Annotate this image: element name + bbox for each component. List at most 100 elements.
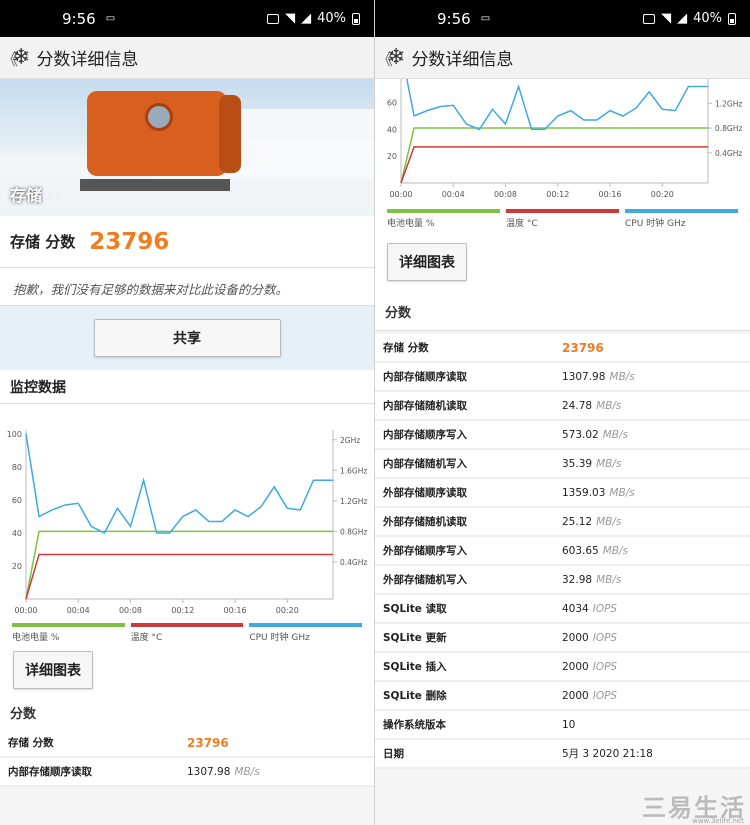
hero-label: 存储 (10, 186, 43, 205)
share-button[interactable]: 共享 (93, 319, 281, 357)
score-table-row: 内部存储顺序读取 1307.98 MB/s (0, 758, 374, 787)
y-tick-label: 100 (7, 430, 22, 439)
score-table-row: 外部存储顺序写入 603.65 MB/s (375, 537, 750, 566)
y-tick-label: 20 (387, 152, 397, 161)
scores-title: 分数 (0, 695, 374, 729)
note-text: 抱歉，我们没有足够的数据来对比此设备的分数。 (0, 268, 374, 306)
detail-chart-button[interactable]: 详细图表 (13, 651, 93, 689)
legend-label: 温度 °C (506, 219, 538, 229)
x-tick-label: 00:04 (442, 190, 465, 199)
row-value: 23796 (562, 340, 604, 355)
monitor-chart: 20 40 60 0.4GHz 0.8GHz 1.2GHz 00:00 00:04 00:08 0… (375, 79, 750, 207)
app-bar: 《 ❄ 分数详细信息 (0, 37, 374, 79)
x-tick-label: 00:20 (651, 190, 674, 199)
row-value: 24.78 (562, 399, 593, 412)
score-table-row: SQLite 读取 4034 IOPS (375, 595, 750, 624)
x-tick-label: 00:08 (119, 606, 142, 615)
row-unit: MB/s (596, 515, 622, 528)
scores-title: 分数 (375, 293, 750, 331)
y-right-tick-label: 2GHz (340, 436, 360, 445)
score-value: 23796 (89, 228, 170, 255)
status-time: 9:56 (62, 9, 96, 28)
wifi-icon: ◥ (285, 11, 296, 26)
back-icon[interactable]: 《 (2, 46, 18, 70)
score-table-row: 内部存储随机写入 35.39 MB/s (375, 450, 750, 479)
score-table-row: 外部存储顺序读取 1359.03 MB/s (375, 479, 750, 508)
row-value: 603.65 (562, 544, 599, 557)
score-table-row: 外部存储随机读取 25.12 MB/s (375, 508, 750, 537)
row-value: 1307.98 (187, 765, 231, 778)
x-tick-label: 00:20 (276, 606, 299, 615)
snowflake-icon: ❄ (387, 45, 406, 70)
score-table-row: 内部存储随机读取 24.78 MB/s (375, 392, 750, 421)
nfc-icon (267, 13, 280, 24)
series-line (400, 146, 708, 184)
x-tick-label: 00:08 (494, 190, 517, 199)
app-bar: 《 ❄ 分数详细信息 (375, 37, 750, 79)
y-right-tick-label: 0.8GHz (715, 124, 742, 133)
score-label: 存储 分数 (10, 233, 76, 251)
back-icon[interactable]: 《 (377, 46, 393, 70)
x-tick-label: 00:12 (171, 606, 194, 615)
score-table-row: 内部存储顺序读取 1307.98 MB/s (375, 363, 750, 392)
series-line (25, 530, 333, 600)
y-tick-label: 40 (387, 125, 397, 134)
row-value: 25.12 (562, 515, 593, 528)
monitor-title: 监控数据 (0, 370, 374, 404)
row-unit: MB/s (596, 457, 622, 470)
legend-label: CPU 时钟 GHz (625, 219, 686, 229)
notification-icon: ▭ (105, 13, 116, 24)
row-unit: MB/s (602, 544, 629, 557)
right-screen: 9:56 ▭ ◥ ◢ 40% 《 ❄ 分数详细信息 20 40 60 0.4GHz 0.… (375, 0, 750, 825)
y-right-tick-label: 0.8GHz (340, 527, 367, 536)
score-table-row: SQLite 删除 2000 IOPS (375, 682, 750, 711)
legend-label: CPU 时钟 GHz (249, 633, 310, 643)
y-tick-label: 60 (12, 496, 22, 505)
signal-icon: ◢ (301, 11, 312, 26)
legend-label: 电池电量 % (12, 633, 60, 643)
y-right-tick-label: 0.4GHz (340, 558, 367, 567)
row-unit: MB/s (596, 399, 622, 412)
y-tick-label: 40 (12, 529, 22, 538)
row-unit: MB/s (609, 370, 635, 383)
y-tick-label: 60 (387, 99, 397, 108)
battery-icon (728, 12, 736, 25)
x-tick-label: 00:00 (14, 606, 37, 615)
row-key: 外部存储顺序写入 (383, 545, 467, 557)
x-tick-label: 00:12 (546, 190, 569, 199)
row-value: 2000 (562, 660, 589, 673)
status-time: 9:56 (437, 9, 471, 28)
legend-item: 温度 °C (130, 623, 244, 643)
row-key: 内部存储顺序写入 (383, 429, 467, 441)
y-right-tick-label: 1.2GHz (340, 497, 367, 506)
monitor-chart: 20 40 60 80 100 0.4GHz 0.8GHz 1.2GHz 1.6GHz 2GHz 0… (0, 404, 374, 643)
row-key: SQLite 读取 (383, 603, 447, 615)
legend-item: CPU 时钟 GHz (249, 623, 363, 643)
x-tick-label: 00:16 (223, 606, 246, 615)
row-key: 存储 分数 (383, 342, 429, 354)
page-title: 分数详细信息 (411, 50, 514, 70)
row-key: 操作系统版本 (383, 719, 446, 731)
x-tick-label: 00:16 (598, 190, 621, 199)
row-key: 外部存储随机写入 (383, 574, 467, 586)
series-line (25, 553, 333, 600)
row-value: 2000 (562, 689, 589, 702)
row-value: 1307.98 (562, 370, 606, 383)
score-row: 存储 分数 23796 (0, 216, 374, 268)
battery-percent: 40% (693, 11, 722, 26)
y-tick-label: 20 (12, 562, 22, 571)
legend-item: 电池电量 % (12, 623, 125, 643)
row-key: 内部存储顺序读取 (8, 766, 92, 778)
row-value: 2000 (562, 631, 589, 644)
notification-icon: ▭ (480, 13, 491, 24)
detail-chart-button[interactable]: 详细图表 (387, 243, 467, 281)
hero-image: 存储 1.0 (0, 79, 374, 216)
monitor-chart-svg: 20 40 60 80 100 0.4GHz 0.8GHz 1.2GHz 1.6GHz 2GHz 0… (7, 430, 367, 615)
row-key: 内部存储随机写入 (383, 458, 467, 470)
y-right-tick-label: 1.6GHz (340, 466, 367, 475)
row-key: 内部存储随机读取 (383, 400, 467, 412)
left-screen: 9:56 ▭ ◥ ◢ 40% 《 ❄ 分数详细信息 存储 1.0 存储 分数 2… (0, 0, 375, 825)
legend-label: 电池电量 % (387, 219, 435, 229)
status-bar: 9:56 ▭ ◥ ◢ 40% (0, 0, 374, 37)
legend-item: 电池电量 % (387, 209, 500, 229)
